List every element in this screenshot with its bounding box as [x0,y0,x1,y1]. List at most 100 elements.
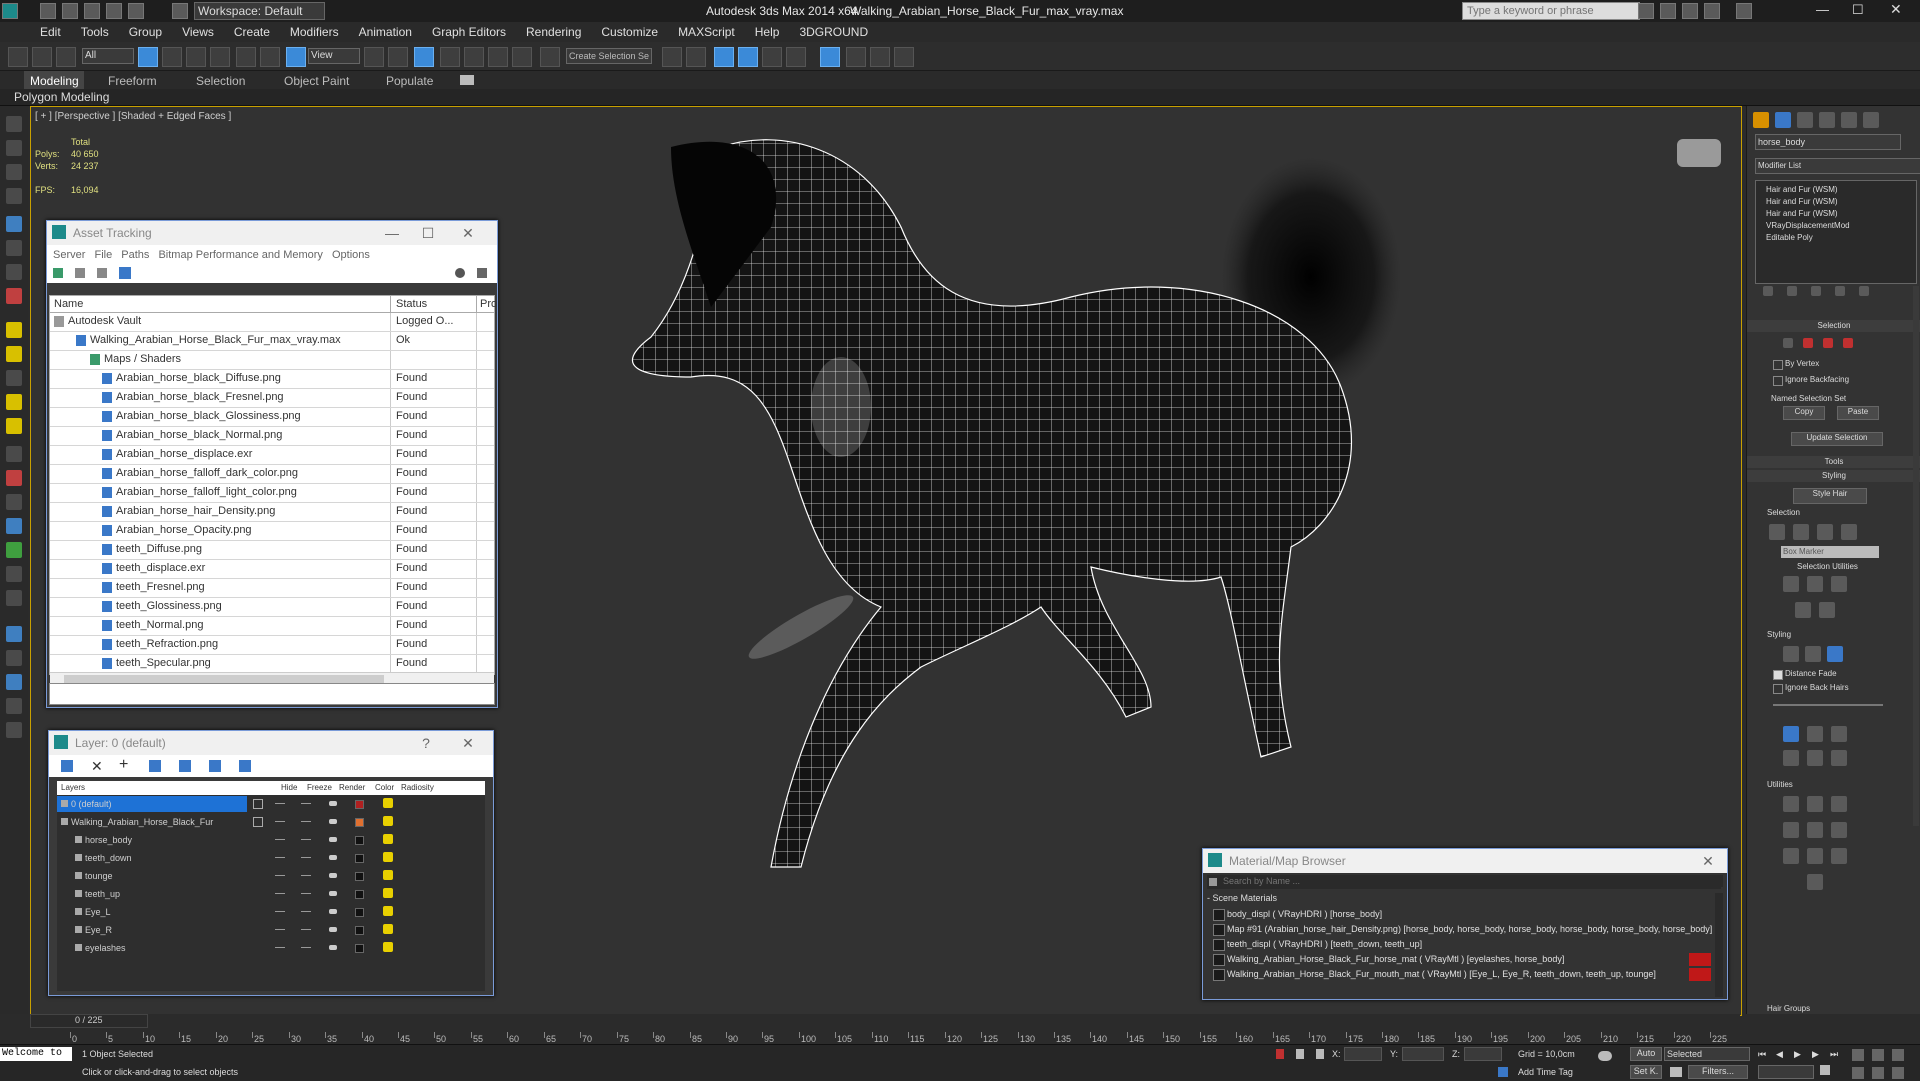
scene-explorer-icon[interactable] [6,140,22,156]
hide-toggle[interactable] [275,929,285,930]
menu-customize[interactable]: Customize [591,22,668,39]
auto-key-button[interactable]: Auto [1630,1047,1662,1061]
modifier-editable-poly[interactable]: Editable Poly [1766,233,1813,242]
named-selection-dropdown[interactable]: Create Selection Se [566,48,652,64]
table-row[interactable]: Arabian_horse_black_Diffuse.png Found [50,370,494,389]
dropdown-arrow-icon[interactable] [1209,878,1217,886]
space-warps-icon[interactable] [6,346,22,362]
delete-layer-icon[interactable]: ✕ [91,758,103,775]
by-vertex-checkbox[interactable] [1773,360,1783,370]
menu-animation[interactable]: Animation [349,22,422,39]
edit-named-selection-icon[interactable] [540,47,560,67]
container-icon[interactable] [6,494,22,510]
layer-color-swatch[interactable] [355,818,364,827]
table-row[interactable]: Arabian_horse_Opacity.png Found [50,522,494,541]
object-name-field[interactable] [1755,134,1901,150]
current-layer-checkbox[interactable] [253,799,263,809]
window-crossing-icon[interactable] [210,47,230,67]
sun-icon[interactable] [6,418,22,434]
material-editor-icon[interactable] [820,47,840,67]
select-object-icon[interactable] [138,47,158,67]
timeline-ruler[interactable]: 0 5 10 15 20 25 30 35 40 45 50 55 60 65 70 75 80 85 90 95 10… [70,1014,1740,1044]
freeze-all-icon[interactable] [239,760,251,772]
close-button[interactable]: ✕ [1693,849,1723,873]
align-icon[interactable] [686,47,706,67]
layer-row[interactable]: Eye_R [57,921,485,939]
zoom-extents-icon[interactable] [1892,1049,1904,1061]
mirror-icon[interactable] [662,47,682,67]
select-in-layer-icon[interactable] [149,760,161,772]
close-app-button[interactable]: ✕ [1890,1,1902,18]
select-tool-icon[interactable] [1827,646,1843,662]
menu-bitmap-performance[interactable]: Bitmap Performance and Memory [158,249,322,261]
modifier-hair-fur-1[interactable]: Hair and Fur (WSM) [1766,185,1838,194]
tab-modeling[interactable]: Modeling [30,74,79,88]
column-layers[interactable]: Layers [61,783,85,792]
current-frame-field[interactable] [1758,1065,1814,1079]
motion-icon[interactable] [6,674,22,690]
play-icon[interactable]: ▶ [1794,1049,1801,1060]
select-manipulate-icon[interactable] [388,47,408,67]
layer-row[interactable]: 0 (default) [57,795,485,813]
rotate-hair-icon[interactable] [1807,750,1823,766]
layer-color-swatch[interactable] [355,872,364,881]
material-scrollbar[interactable] [1715,893,1723,997]
select-hair-icon-3[interactable] [1817,524,1833,540]
layer-row[interactable]: tounge [57,867,485,885]
render-setup-icon[interactable] [846,47,866,67]
systems-icon[interactable] [6,370,22,386]
table-row[interactable]: teeth_Normal.png Found [50,617,494,636]
key-icon[interactable] [1598,1051,1612,1061]
recomb-icon[interactable] [1783,822,1799,838]
snaps-toggle-icon[interactable] [440,47,460,67]
next-frame-icon[interactable]: ▶ [1812,1049,1819,1060]
column-render[interactable]: Render [339,783,365,792]
scale-icon[interactable] [286,47,306,67]
biped-icon[interactable] [6,542,22,558]
table-row[interactable]: teeth_displace.exr Found [50,560,494,579]
layer-row[interactable]: Eye_L [57,903,485,921]
modifier-list-dropdown[interactable]: Modifier List [1755,158,1920,174]
tab-freeform[interactable]: Freeform [108,74,157,88]
help-search-input[interactable] [1462,2,1640,20]
table-row[interactable]: teeth_Glossiness.png Found [50,598,494,617]
minimize-button[interactable]: — [1816,2,1829,17]
freeze-toggle[interactable] [301,947,311,948]
settings-icon[interactable] [477,268,487,278]
render-toggle-icon[interactable] [329,819,337,824]
previous-frame-icon[interactable]: ◀ [1776,1049,1783,1060]
style-hair-button[interactable]: Style Hair [1793,488,1867,504]
hide-toggle[interactable] [275,947,285,948]
box-marker-dropdown[interactable]: Box Marker [1781,546,1879,558]
remove-modifier-icon[interactable] [1835,286,1845,296]
hide-all-icon[interactable] [209,760,221,772]
tab-object-paint[interactable]: Object Paint [284,74,349,88]
set-key-button[interactable]: Set K. [1630,1065,1662,1079]
hide-toggle[interactable] [275,839,285,840]
radiosity-icon[interactable] [383,870,393,880]
footsteps-icon[interactable] [6,590,22,606]
new-file-icon[interactable] [40,3,56,19]
undo-hair-icon[interactable] [1807,874,1823,890]
spinner-snap-icon[interactable] [512,47,532,67]
add-to-layer-icon[interactable]: + [119,756,128,774]
hide-selected-icon[interactable] [1795,602,1811,618]
communication-icon[interactable] [1682,3,1698,19]
sort-icon[interactable] [6,164,22,180]
time-config-icon[interactable] [1820,1065,1830,1075]
freeze-toggle[interactable] [301,875,311,876]
radiosity-icon[interactable] [383,852,393,862]
filter-icon[interactable] [6,188,22,204]
maximize-button[interactable]: ☐ [413,221,443,245]
attenuate-icon[interactable] [1783,796,1799,812]
menu-paths[interactable]: Paths [121,249,149,261]
help-icon[interactable] [1736,3,1752,19]
render-toggle-icon[interactable] [329,837,337,842]
radiosity-icon[interactable] [383,888,393,898]
render-toggle-icon[interactable] [329,801,337,806]
menu-maxscript[interactable]: MAXScript [668,22,745,39]
layer-color-swatch[interactable] [355,926,364,935]
column-radiosity[interactable]: Radiosity [401,783,434,792]
bind-space-warp-icon[interactable] [56,47,76,67]
percent-snap-icon[interactable] [488,47,508,67]
